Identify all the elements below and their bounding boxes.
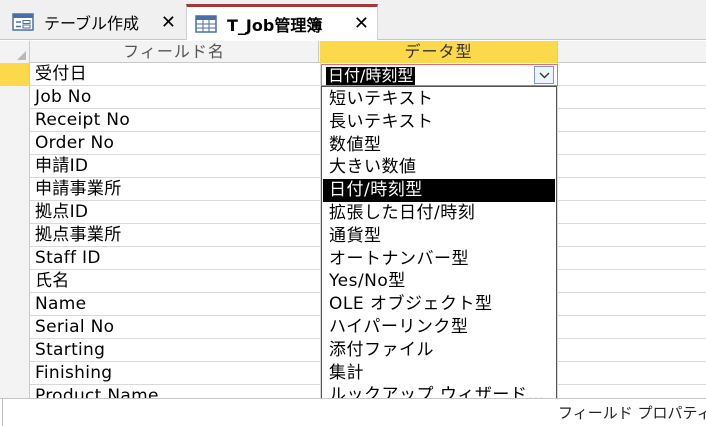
- row-selector[interactable]: [0, 293, 30, 316]
- tab-t-job[interactable]: T_Job管理簿 ✕: [186, 4, 378, 40]
- header-data-type[interactable]: データ型: [320, 41, 558, 63]
- dropdown-option[interactable]: 短いテキスト: [323, 88, 555, 111]
- row-selector[interactable]: [0, 362, 30, 385]
- data-type-dropdown-list[interactable]: 短いテキスト 長いテキスト 数値型 大きい数値 日付/時刻型 拡張した日付/時刻 通貨型 オー…: [321, 86, 557, 411]
- document-tab-strip: テーブル作成 ✕ T_Job管理簿 ✕: [0, 0, 706, 40]
- table-icon: [195, 14, 217, 33]
- dropdown-option[interactable]: 大きい数値: [323, 156, 555, 179]
- field-name-cell[interactable]: Name: [35, 293, 86, 316]
- row-selector[interactable]: [0, 178, 30, 201]
- select-all-corner[interactable]: [0, 41, 30, 63]
- field-properties-label: フィールド プロパティ: [558, 404, 706, 422]
- dropdown-button[interactable]: [534, 66, 554, 84]
- row-selector[interactable]: [0, 270, 30, 293]
- row-selector[interactable]: [0, 109, 30, 132]
- row-selector[interactable]: [0, 201, 30, 224]
- row-selector[interactable]: [0, 316, 30, 339]
- close-tab-icon[interactable]: ✕: [354, 13, 369, 34]
- field-name-cell[interactable]: 受付日: [35, 63, 87, 86]
- dropdown-option[interactable]: ハイパーリンク型: [323, 316, 555, 339]
- header-field-name[interactable]: フィールド名: [30, 41, 319, 63]
- dropdown-option[interactable]: 数値型: [323, 134, 555, 157]
- dropdown-option[interactable]: 集計: [323, 362, 555, 385]
- dropdown-option[interactable]: オートナンバー型: [323, 248, 555, 271]
- field-name-cell[interactable]: Job No: [35, 86, 92, 109]
- field-name-cell[interactable]: Serial No: [35, 316, 114, 339]
- field-name-cell[interactable]: Receipt No: [35, 109, 130, 132]
- field-name-cell[interactable]: 拠点ID: [35, 201, 88, 224]
- field-name-cell[interactable]: Order No: [35, 132, 114, 155]
- row-selector[interactable]: [0, 339, 30, 362]
- field-name-cell[interactable]: Starting: [35, 339, 105, 362]
- close-tab-icon[interactable]: ✕: [161, 12, 176, 33]
- pane-divider: [2, 398, 3, 426]
- row-selector[interactable]: [0, 86, 30, 109]
- tab-label: テーブル作成: [44, 14, 140, 33]
- tab-label: T_Job管理簿: [227, 15, 323, 35]
- row-selector[interactable]: [0, 247, 30, 270]
- field-name-cell[interactable]: Finishing: [35, 362, 112, 385]
- form-icon: [12, 13, 34, 31]
- dropdown-option[interactable]: 拡張した日付/時刻: [323, 202, 555, 225]
- dropdown-option[interactable]: 長いテキスト: [323, 111, 555, 134]
- row-selector[interactable]: [0, 385, 30, 398]
- field-name-cell[interactable]: Product Name: [35, 385, 159, 398]
- data-type-combo[interactable]: 日付/時刻型: [321, 64, 558, 86]
- field-name-cell[interactable]: 拠点事業所: [35, 224, 122, 247]
- row-selector[interactable]: [0, 224, 30, 247]
- dropdown-option[interactable]: Yes/No型: [323, 270, 555, 293]
- grid-header-row: フィールド名 データ型: [0, 41, 706, 63]
- row-selector[interactable]: [0, 63, 30, 86]
- dropdown-option[interactable]: OLE オブジェクト型: [323, 293, 555, 316]
- data-type-value[interactable]: 日付/時刻型: [326, 67, 416, 85]
- dropdown-option[interactable]: 添付ファイル: [323, 339, 555, 362]
- tab-table-create[interactable]: テーブル作成 ✕: [4, 4, 184, 40]
- field-name-cell[interactable]: 申請事業所: [35, 178, 122, 201]
- row-selector[interactable]: [0, 155, 30, 178]
- field-name-cell[interactable]: 氏名: [35, 270, 70, 293]
- dropdown-option[interactable]: 日付/時刻型: [323, 179, 555, 202]
- row-selector[interactable]: [0, 132, 30, 155]
- field-name-cell[interactable]: Staff ID: [35, 247, 101, 270]
- field-name-cell[interactable]: 申請ID: [35, 155, 88, 178]
- dropdown-option[interactable]: 通貨型: [323, 225, 555, 248]
- chevron-down-icon: [539, 72, 550, 79]
